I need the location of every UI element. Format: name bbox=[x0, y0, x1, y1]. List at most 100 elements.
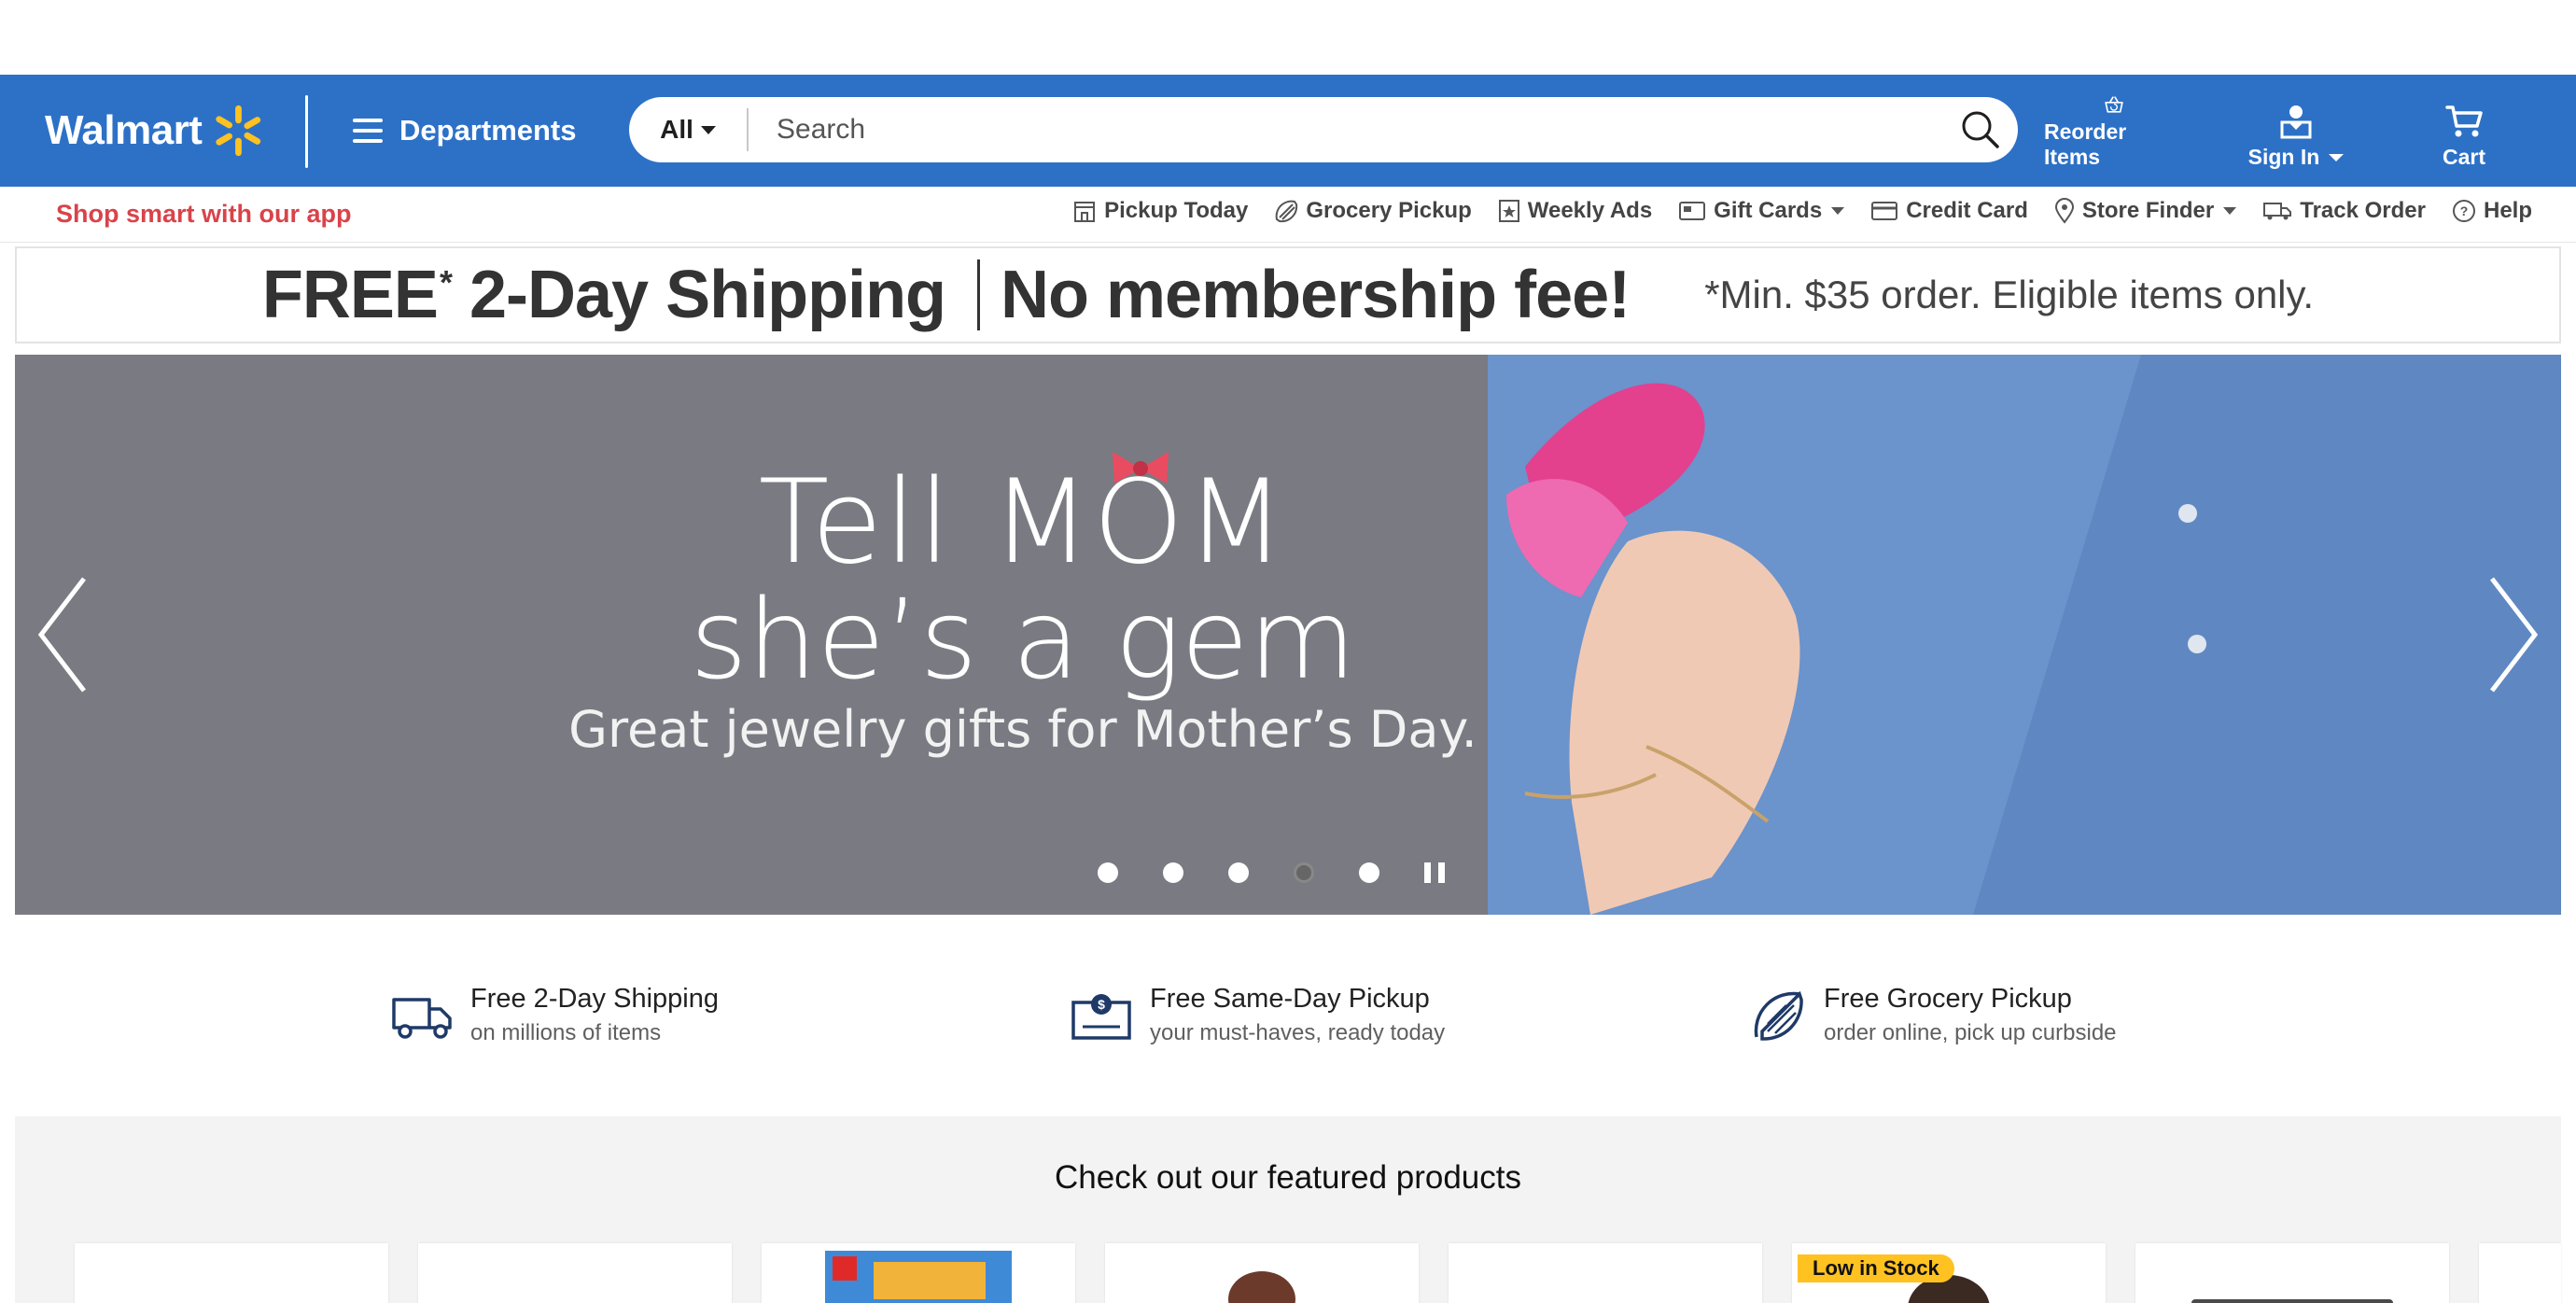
menu-icon bbox=[353, 119, 383, 143]
product-thumbnail bbox=[2191, 1299, 2393, 1303]
banner-free-text: FREE bbox=[261, 258, 439, 332]
product-card[interactable] bbox=[75, 1243, 388, 1303]
benefit-subtitle: order online, pick up curbside bbox=[1824, 1020, 2117, 1045]
nav-credit-card[interactable]: Credit Card bbox=[1870, 198, 2028, 224]
location-pin-icon bbox=[2054, 198, 2074, 224]
nav-label: Credit Card bbox=[1906, 198, 2028, 223]
departments-label: Departments bbox=[399, 114, 577, 147]
carousel-dot-5[interactable] bbox=[1359, 862, 1379, 883]
nav-pickup-today[interactable]: Pickup Today bbox=[1072, 198, 1248, 224]
search-bar: All bbox=[629, 97, 2018, 162]
nav-label: Store Finder bbox=[2081, 198, 2215, 223]
nav-label: Weekly Ads bbox=[1527, 198, 1653, 223]
carousel-pause-button[interactable] bbox=[1424, 862, 1445, 883]
hero-headline-1: Tell MOM bbox=[758, 455, 1288, 590]
product-card[interactable] bbox=[762, 1243, 1075, 1303]
product-card[interactable] bbox=[1105, 1243, 1419, 1303]
reorder-items-button[interactable]: Reorder Items bbox=[2044, 95, 2184, 170]
benefit-free-shipping[interactable]: Free 2-Day Shipping on millions of items bbox=[390, 984, 719, 1046]
search-category-select[interactable]: All bbox=[629, 108, 749, 151]
nav-label: Track Order bbox=[2300, 198, 2426, 223]
cart-icon bbox=[2445, 105, 2483, 137]
nav-track-order[interactable]: Track Order bbox=[2262, 198, 2426, 224]
benefit-title: Free 2-Day Shipping bbox=[470, 984, 719, 1014]
help-icon: ? bbox=[2452, 200, 2475, 222]
hero-subheadline: Great jewelry gifts for Mother’s Day. bbox=[568, 700, 1477, 759]
account-icon bbox=[2280, 105, 2312, 139]
nav-help[interactable]: ? Help bbox=[2452, 198, 2532, 224]
banner-asterisk: * bbox=[439, 263, 453, 301]
store-icon bbox=[1074, 202, 1096, 222]
nav-weekly-ads[interactable]: Weekly Ads bbox=[1498, 198, 1652, 224]
sign-in-label: Sign In bbox=[2247, 145, 2320, 169]
search-category-label: All bbox=[660, 115, 693, 144]
weekly-ads-icon bbox=[1498, 200, 1519, 222]
benefit-subtitle: on millions of items bbox=[470, 1020, 662, 1045]
product-thumbnail bbox=[1228, 1271, 1295, 1303]
cart-button[interactable]: Cart bbox=[2408, 95, 2520, 170]
carousel-dot-1[interactable] bbox=[1098, 862, 1118, 883]
cart-label: Cart bbox=[2442, 145, 2485, 169]
gift-card-icon bbox=[1679, 202, 1706, 220]
header-divider bbox=[305, 95, 308, 168]
shop-app-link[interactable]: Shop smart with our app bbox=[56, 200, 352, 229]
banner-free: FREE* 2-Day Shipping bbox=[261, 257, 946, 333]
benefit-grocery-pickup[interactable]: Free Grocery Pickup order online, pick u… bbox=[1749, 984, 2117, 1046]
product-card[interactable] bbox=[1449, 1243, 1762, 1303]
bow-icon bbox=[1113, 452, 1169, 483]
nav-label: Gift Cards bbox=[1714, 198, 1823, 223]
nav-label: Pickup Today bbox=[1104, 198, 1249, 223]
hero-headline-2: she’s a gem bbox=[690, 575, 1356, 704]
nav-store-finder[interactable]: Store Finder bbox=[2054, 198, 2237, 224]
banner-no-fee: No membership fee! bbox=[1001, 258, 1631, 332]
chevron-down-icon bbox=[700, 125, 716, 134]
pickup-box-icon: $ bbox=[1071, 993, 1131, 1040]
nav-gift-cards[interactable]: Gift Cards bbox=[1678, 198, 1845, 224]
svg-text:?: ? bbox=[2460, 203, 2469, 218]
carousel-indicators bbox=[1098, 862, 1445, 883]
sign-in-button[interactable]: Sign In bbox=[2240, 95, 2352, 170]
departments-button[interactable]: Departments bbox=[353, 97, 577, 164]
credit-card-icon bbox=[1871, 202, 1898, 220]
reorder-basket-icon bbox=[2105, 96, 2123, 113]
banner-divider bbox=[977, 259, 981, 330]
product-card[interactable] bbox=[2135, 1243, 2449, 1303]
carousel-dot-2[interactable] bbox=[1163, 862, 1183, 883]
reorder-items-label: Reorder Items bbox=[2044, 119, 2127, 169]
hero-carousel[interactable]: Tell MOM she’s a gem Great jewelry gifts… bbox=[15, 355, 2561, 915]
featured-heading: Check out our featured products bbox=[1054, 1159, 1521, 1196]
logo-text: Walmart bbox=[45, 107, 203, 153]
chevron-down-icon bbox=[2329, 153, 2345, 161]
shipping-promo-banner[interactable]: FREE* 2-Day Shipping No membership fee! … bbox=[15, 246, 2561, 343]
product-thumbnail bbox=[825, 1251, 1012, 1303]
chevron-down-icon bbox=[2223, 207, 2237, 215]
product-card[interactable] bbox=[2479, 1243, 2561, 1303]
secondary-nav: Shop smart with our app Pickup Today Gro… bbox=[0, 187, 2576, 243]
carousel-dot-3[interactable] bbox=[1228, 862, 1249, 883]
grocery-icon bbox=[1275, 200, 1298, 223]
truck-icon bbox=[392, 997, 452, 1039]
citrus-icon bbox=[1754, 990, 1803, 1041]
nav-label: Grocery Pickup bbox=[1306, 198, 1472, 223]
svg-text:$: $ bbox=[1098, 997, 1105, 1012]
product-card[interactable]: Low in Stock bbox=[1792, 1243, 2106, 1303]
search-button[interactable] bbox=[1943, 97, 2018, 162]
low-stock-badge: Low in Stock bbox=[1798, 1254, 1954, 1282]
benefit-title: Free Grocery Pickup bbox=[1824, 984, 2072, 1014]
product-card[interactable] bbox=[418, 1243, 732, 1303]
banner-fine-print: *Min. $35 order. Eligible items only. bbox=[1704, 273, 2315, 316]
benefit-same-day-pickup[interactable]: $ Free Same-Day Pickup your must-haves, … bbox=[1070, 984, 1445, 1046]
carousel-dot-4[interactable] bbox=[1294, 862, 1314, 883]
spark-icon bbox=[216, 105, 261, 157]
benefits-strip: Free 2-Day Shipping on millions of items… bbox=[0, 971, 2576, 1064]
search-input[interactable] bbox=[749, 102, 1943, 158]
carousel-prev-arrow[interactable] bbox=[28, 569, 93, 700]
nav-grocery-pickup[interactable]: Grocery Pickup bbox=[1274, 198, 1472, 224]
truck-icon bbox=[2263, 203, 2292, 220]
featured-products-section: Check out our featured products Low in S… bbox=[15, 1116, 2561, 1303]
chevron-down-icon bbox=[1831, 207, 1845, 215]
walmart-logo[interactable]: Walmart bbox=[45, 101, 265, 161]
carousel-next-arrow[interactable] bbox=[2483, 569, 2548, 700]
benefit-title: Free Same-Day Pickup bbox=[1150, 984, 1430, 1014]
benefit-subtitle: your must-haves, ready today bbox=[1150, 1020, 1446, 1045]
